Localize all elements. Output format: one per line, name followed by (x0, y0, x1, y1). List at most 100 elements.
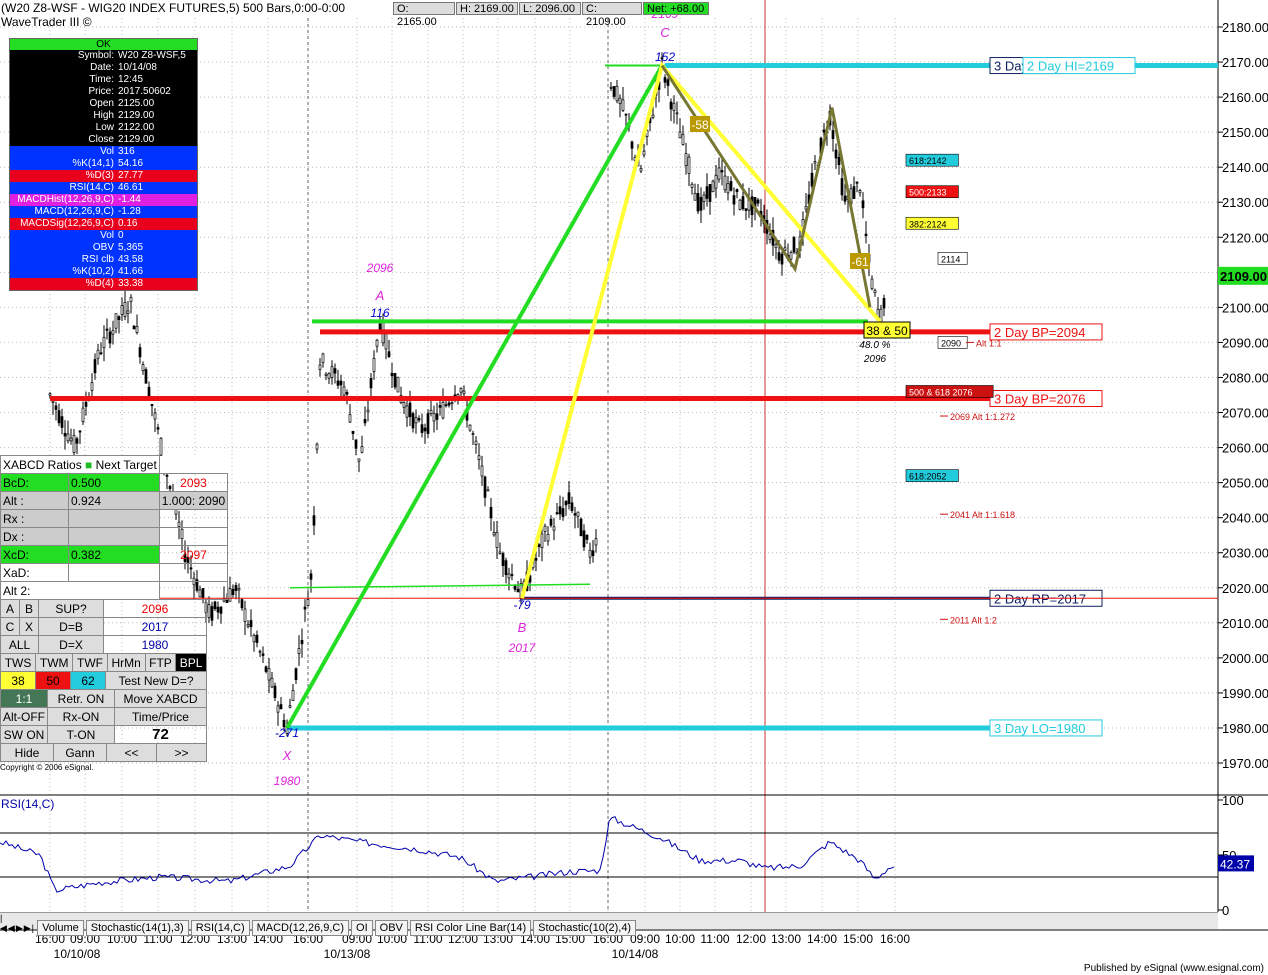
candle-body (534, 557, 538, 561)
chart-subtitle: WaveTrader III © (1, 15, 92, 29)
indicator-tab[interactable]: Stochastic(14(1),3) (85, 920, 189, 936)
fib-label: 618:2052 (909, 472, 947, 482)
indicator-tab[interactable]: OBV (374, 920, 408, 936)
indicator-tab[interactable]: MACD(12,26,9,C) (251, 920, 350, 936)
info-row: High 2129.00 (10, 110, 197, 122)
btn-db[interactable]: D=B (38, 617, 104, 636)
candle-body (390, 372, 394, 377)
btn-50[interactable]: 50 (35, 671, 71, 690)
candle-body (705, 186, 709, 199)
indicator-tab[interactable]: Stochastic(10(2),4) (533, 920, 637, 936)
btn-time-price[interactable]: Time/Price (114, 707, 207, 726)
info-row: MACDHist(12,26,9,C) -1.44 (10, 194, 197, 206)
indicator-tab[interactable]: RSI Color Line Bar(14) (409, 920, 532, 936)
y-tick-label: 2150.00 (1222, 125, 1268, 140)
candle-body (210, 606, 214, 621)
candle-body (213, 601, 217, 610)
footer: Published by eSignal (www.esignal.com) (1083, 963, 1264, 974)
candle-body (321, 353, 325, 364)
candle-body (81, 407, 85, 423)
pattern-point-price: 1980 (274, 774, 301, 788)
candle-body (360, 446, 364, 453)
btn-1to1[interactable]: 1:1 (0, 689, 48, 708)
btn-twm[interactable]: TWM (35, 653, 74, 672)
btn-test-new[interactable]: Test New D=? (105, 671, 207, 690)
candle-body (207, 604, 211, 618)
candle-body (354, 439, 358, 449)
indicator-tab[interactable]: Volume (37, 920, 84, 936)
info-key: RSI clb (81, 254, 114, 265)
btn-twf[interactable]: TWF (72, 653, 108, 672)
candle-body (516, 588, 520, 593)
btn-t-on[interactable]: T-ON (47, 725, 115, 744)
btn-dx[interactable]: D=X (38, 635, 104, 654)
candle-body (834, 149, 838, 159)
btn-tws[interactable]: TWS (0, 653, 37, 672)
btn-62[interactable]: 62 (70, 671, 106, 690)
candle-body (240, 599, 244, 609)
candle-body (504, 560, 508, 575)
btn-sup[interactable]: SUP? (38, 599, 104, 618)
cursor-info-panel: OK Symbol: W20 Z8-WSF,5 Date: 10/14/08 Time:… (9, 38, 198, 291)
candle-body (708, 184, 712, 202)
xcd-label: XcD: (0, 545, 70, 564)
dx-value: 1980 (103, 635, 207, 654)
info-key: MACDHist(12,26,9,C) (17, 194, 114, 205)
btn-ftp[interactable]: FTP (144, 653, 177, 672)
rx-label: Rx : (0, 509, 70, 528)
candle-body (480, 465, 484, 477)
btn-x[interactable]: X (19, 617, 39, 636)
btn-next[interactable]: >> (156, 743, 207, 762)
y-tick-label: 2040.00 (1222, 511, 1268, 526)
btn-hide[interactable]: Hide (0, 743, 54, 762)
btn-sw-on[interactable]: SW ON (0, 725, 48, 744)
info-value: 0.16 (118, 218, 138, 229)
tab-scroll-icon[interactable]: |◀◀▶▶| (0, 913, 34, 934)
indicator-tab[interactable]: OI (351, 920, 373, 936)
candle-body (114, 313, 118, 329)
info-value: 2129.00 (118, 134, 155, 145)
candle-body (438, 405, 442, 408)
btn-a[interactable]: A (0, 599, 20, 618)
indicator-tab[interactable]: RSI(14,C) (190, 920, 250, 936)
candle-body (111, 330, 115, 335)
btn-b[interactable]: B (19, 599, 39, 618)
candle-body (570, 502, 574, 511)
btn-all[interactable]: ALL (0, 635, 39, 654)
btn-bpl[interactable]: BPL (175, 653, 207, 672)
candle-body (228, 588, 232, 602)
info-key: %K(14,1) (72, 158, 114, 169)
candle-body (279, 704, 283, 710)
y-tick-label: 2100.00 (1222, 300, 1268, 315)
btn-rx-on[interactable]: Rx-ON (47, 707, 115, 726)
btn-hrmn[interactable]: HrMn (106, 653, 146, 672)
btn-retr[interactable]: Retr. ON (47, 689, 115, 708)
candle-body (156, 427, 160, 430)
low-value: L: 2096.00 (519, 2, 581, 15)
info-key: %K(10,2) (72, 266, 114, 277)
info-value: W20 Z8-WSF,5 (118, 50, 186, 61)
candle-body (369, 377, 373, 389)
candle-body (411, 413, 415, 429)
candle-body (345, 392, 349, 395)
candle-body (642, 150, 646, 156)
btn-c[interactable]: C (0, 617, 20, 636)
candle-body (858, 190, 862, 194)
candle-body (249, 620, 253, 628)
candle-body (501, 553, 505, 566)
candle-body (468, 424, 472, 431)
btn-prev[interactable]: << (106, 743, 157, 762)
btn-alt-off[interactable]: Alt-OFF (0, 707, 48, 726)
chart-title-text: (W20 Z8-WSF - WIG20 INDEX FUTURES,5) 500… (1, 1, 346, 15)
candle-body (621, 99, 625, 111)
close-value: C: 2109.00 (582, 2, 642, 28)
btn-38[interactable]: 38 (0, 671, 36, 690)
candle-body (474, 440, 478, 445)
candle-body (75, 438, 79, 444)
value-72: 72 (114, 725, 207, 744)
bcd-value: 0.500 (68, 473, 160, 492)
candle-body (66, 433, 70, 442)
candle-body (414, 417, 418, 424)
btn-gann[interactable]: Gann (53, 743, 107, 762)
btn-move[interactable]: Move XABCD (114, 689, 207, 708)
